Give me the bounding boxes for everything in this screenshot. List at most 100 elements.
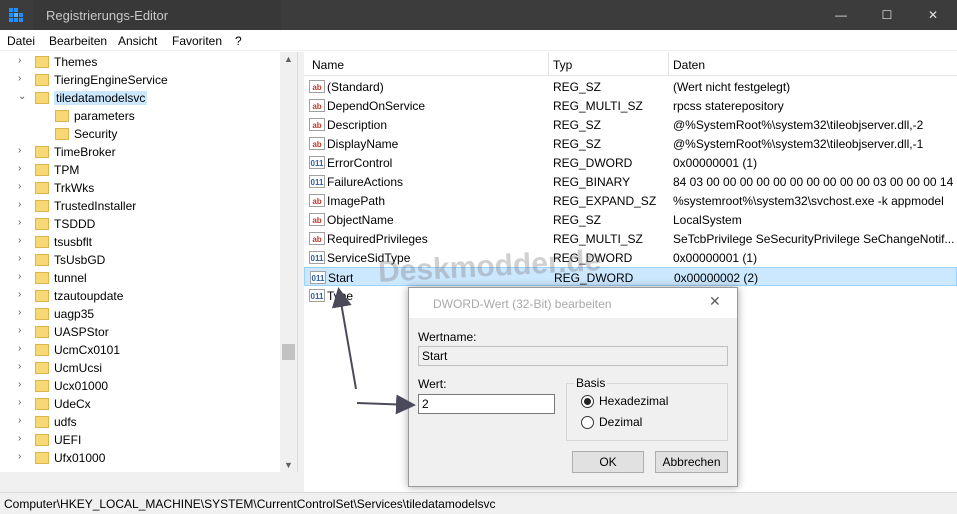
table-row[interactable]: ab DisplayName REG_SZ @%SystemRoot%\system3…	[304, 134, 957, 153]
column-header-data[interactable]: Daten	[673, 58, 705, 72]
scroll-down-icon[interactable]: ▼	[284, 460, 293, 470]
chevron-right-icon[interactable]: ›	[18, 433, 28, 445]
tree-item[interactable]: › tsusbflt	[0, 233, 280, 251]
chevron-right-icon[interactable]: ›	[18, 73, 28, 85]
tree-item[interactable]: › Ucx01000	[0, 377, 280, 395]
menu-favoriten[interactable]: Favoriten	[172, 34, 222, 48]
value-data-text: 2	[422, 397, 429, 411]
tree-item[interactable]: › TPM	[0, 161, 280, 179]
folder-icon	[35, 218, 49, 230]
window-title: Registrierungs-Editor	[46, 8, 169, 23]
chevron-right-icon[interactable]: ›	[18, 325, 28, 337]
chevron-right-icon[interactable]: ›	[18, 397, 28, 409]
tree-item[interactable]: › UcmUcsi	[0, 359, 280, 377]
chevron-right-icon[interactable]: ›	[18, 235, 28, 247]
hex-label[interactable]: Hexadezimal	[599, 394, 668, 408]
column-separator[interactable]	[668, 52, 669, 76]
tree-item[interactable]: › TsUsbGD	[0, 251, 280, 269]
tree-item-label: tunnel	[54, 271, 87, 285]
tree-item[interactable]: parameters	[0, 107, 280, 125]
scroll-up-icon[interactable]: ▲	[284, 54, 293, 64]
chevron-right-icon[interactable]: ›	[18, 163, 28, 175]
chevron-right-icon[interactable]: ›	[18, 451, 28, 463]
table-row[interactable]: ab (Standard) REG_SZ (Wert nicht festgelegt…	[304, 77, 957, 96]
tree-item[interactable]: › TrustedInstaller	[0, 197, 280, 215]
chevron-right-icon[interactable]: ›	[18, 415, 28, 427]
maximize-button[interactable]: ☐	[864, 0, 910, 30]
tree-item[interactable]: › Ufx01000	[0, 449, 280, 467]
tree-item[interactable]: › uagp35	[0, 305, 280, 323]
chevron-right-icon[interactable]: ›	[18, 145, 28, 157]
cell-data: (Wert nicht festgelegt)	[673, 80, 791, 94]
chevron-right-icon[interactable]: ›	[18, 361, 28, 373]
table-row[interactable]: ab ImagePath REG_EXPAND_SZ %systemroot%\sys…	[304, 191, 957, 210]
chevron-right-icon[interactable]: ›	[18, 199, 28, 211]
dec-radio[interactable]	[581, 416, 594, 429]
tree-item[interactable]: › udfs	[0, 413, 280, 431]
chevron-right-icon[interactable]: ›	[18, 217, 28, 229]
tree-item[interactable]: › tunnel	[0, 269, 280, 287]
tree-item[interactable]: Security	[0, 125, 280, 143]
chevron-right-icon[interactable]: ›	[18, 289, 28, 301]
close-button[interactable]: ✕	[910, 0, 956, 30]
menu-bearbeiten[interactable]: Bearbeiten	[49, 34, 107, 48]
folder-icon	[35, 398, 49, 410]
chevron-right-icon[interactable]: ›	[18, 181, 28, 193]
tree-item[interactable]: › TimeBroker	[0, 143, 280, 161]
scroll-thumb[interactable]	[282, 344, 295, 360]
cell-type: REG_SZ	[553, 118, 602, 132]
chevron-right-icon[interactable]: ›	[18, 271, 28, 283]
tree-item[interactable]: ⌄ tiledatamodelsvc	[0, 89, 280, 107]
folder-icon	[35, 452, 49, 464]
chevron-right-icon[interactable]: ›	[18, 379, 28, 391]
value-data-label: Wert:	[418, 377, 447, 391]
tree-item-label: parameters	[74, 109, 135, 123]
status-bar: Computer\HKEY_LOCAL_MACHINE\SYSTEM\Curre…	[0, 492, 957, 514]
menu-datei[interactable]: Datei	[7, 34, 35, 48]
cell-name: Type	[327, 289, 354, 303]
hex-radio[interactable]	[581, 395, 594, 408]
cell-name: (Standard)	[327, 80, 384, 94]
tree-horizontal-scrollbar[interactable]	[0, 472, 298, 492]
menu-ansicht[interactable]: Ansicht	[118, 34, 157, 48]
tree-item[interactable]: › UcmCx0101	[0, 341, 280, 359]
tree-vertical-scrollbar[interactable]: ▲ ▼	[280, 52, 297, 472]
menu-help[interactable]: ?	[235, 34, 242, 48]
tree-item[interactable]: › TieringEngineService	[0, 71, 280, 89]
menu-bar: Datei Bearbeiten Ansicht Favoriten ?	[0, 30, 957, 51]
value-data-input[interactable]: 2	[418, 394, 555, 414]
folder-icon	[55, 110, 69, 122]
tree-item[interactable]: › TSDDD	[0, 215, 280, 233]
folder-icon	[35, 416, 49, 428]
dialog-close-icon[interactable]: ✕	[709, 293, 721, 310]
tree-item[interactable]: › UdeCx	[0, 395, 280, 413]
tree-item[interactable]: › tzautoupdate	[0, 287, 280, 305]
chevron-right-icon[interactable]: ›	[18, 343, 28, 355]
cell-type: REG_EXPAND_SZ	[553, 194, 657, 208]
cancel-button[interactable]: Abbrechen	[655, 451, 728, 473]
ok-button[interactable]: OK	[572, 451, 644, 473]
table-row[interactable]: ab ObjectName REG_SZ LocalSystem	[304, 210, 957, 229]
chevron-right-icon[interactable]: ›	[18, 253, 28, 265]
column-separator[interactable]	[548, 52, 549, 76]
column-header-type[interactable]: Typ	[553, 58, 572, 72]
tree-item-label: Ucx01000	[54, 379, 109, 393]
minimize-button[interactable]: —	[818, 0, 864, 30]
table-row[interactable]: ab RequiredPrivileges REG_MULTI_SZ SeTcbPri…	[304, 229, 957, 248]
tree-item[interactable]: › TrkWks	[0, 179, 280, 197]
dec-label[interactable]: Dezimal	[599, 415, 642, 429]
tree-item-label: TPM	[54, 163, 80, 177]
tree-item[interactable]: › UASPStor	[0, 323, 280, 341]
tree-item[interactable]: › UEFI	[0, 431, 280, 449]
chevron-right-icon[interactable]: ›	[18, 55, 28, 67]
column-header-name[interactable]: Name	[312, 58, 344, 72]
chevron-right-icon[interactable]: ›	[18, 307, 28, 319]
registry-tree[interactable]: › Themes › TieringEngineService ⌄ tiledatamod…	[0, 52, 298, 472]
table-row[interactable]: ab DependOnService REG_MULTI_SZ rpcss state…	[304, 96, 957, 115]
table-row[interactable]: 011 FailureActions REG_BINARY 84 03 00 00 0…	[304, 172, 957, 191]
chevron-down-icon[interactable]: ⌄	[18, 91, 28, 103]
table-row[interactable]: 011 ErrorControl REG_DWORD 0x00000001 (1)	[304, 153, 957, 172]
folder-icon	[35, 326, 49, 338]
table-row[interactable]: ab Description REG_SZ @%SystemRoot%\system3…	[304, 115, 957, 134]
tree-item[interactable]: › Themes	[0, 53, 280, 71]
